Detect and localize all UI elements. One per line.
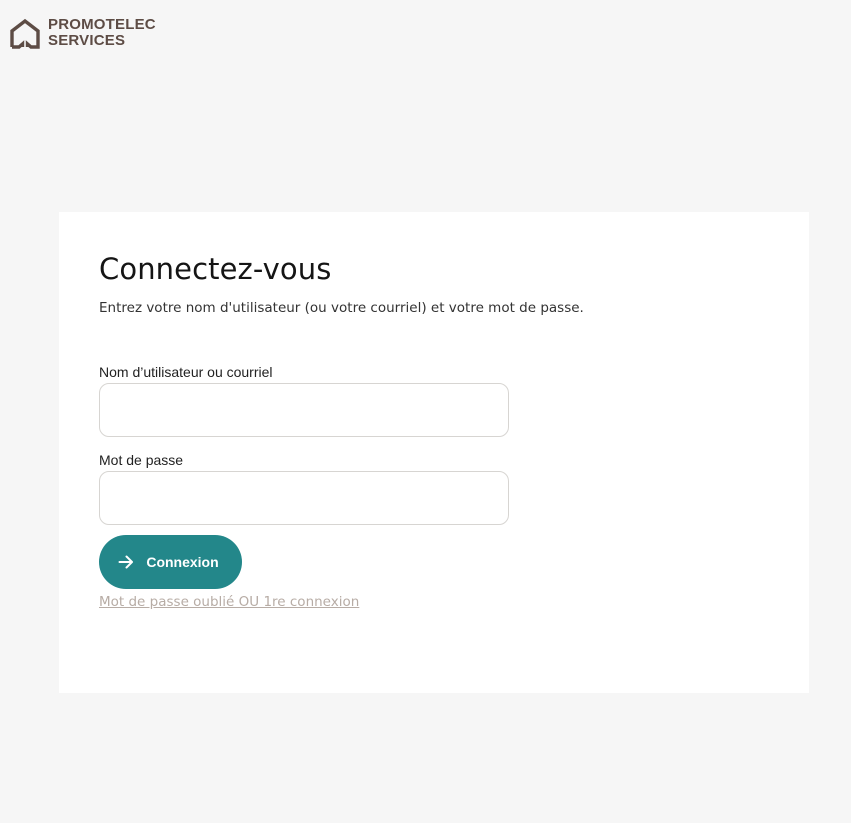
username-label: Nom d’utilisateur ou courriel — [99, 364, 273, 380]
brand-line-1: PROMOTELEC — [48, 16, 156, 33]
login-card: Connectez-vous Entrez votre nom d'utilis… — [59, 212, 809, 693]
house-logo-icon — [10, 18, 40, 49]
arrow-right-icon — [118, 555, 134, 569]
brand-line-2: SERVICES — [48, 32, 126, 49]
page-title: Connectez-vous — [99, 252, 332, 286]
login-button-label: Connexion — [146, 554, 219, 570]
page-subtitle: Entrez votre nom d'utilisateur (ou votre… — [99, 300, 584, 316]
username-input[interactable] — [99, 383, 509, 437]
password-label: Mot de passe — [99, 452, 184, 468]
login-button[interactable]: Connexion — [99, 535, 242, 589]
forgot-password-link[interactable]: Mot de passe oublié OU 1re connexion — [99, 593, 359, 611]
brand-logo[interactable]: PROMOTELEC SERVICES — [9, 17, 156, 50]
brand-name: PROMOTELEC SERVICES — [48, 17, 156, 49]
password-input[interactable] — [99, 471, 509, 525]
